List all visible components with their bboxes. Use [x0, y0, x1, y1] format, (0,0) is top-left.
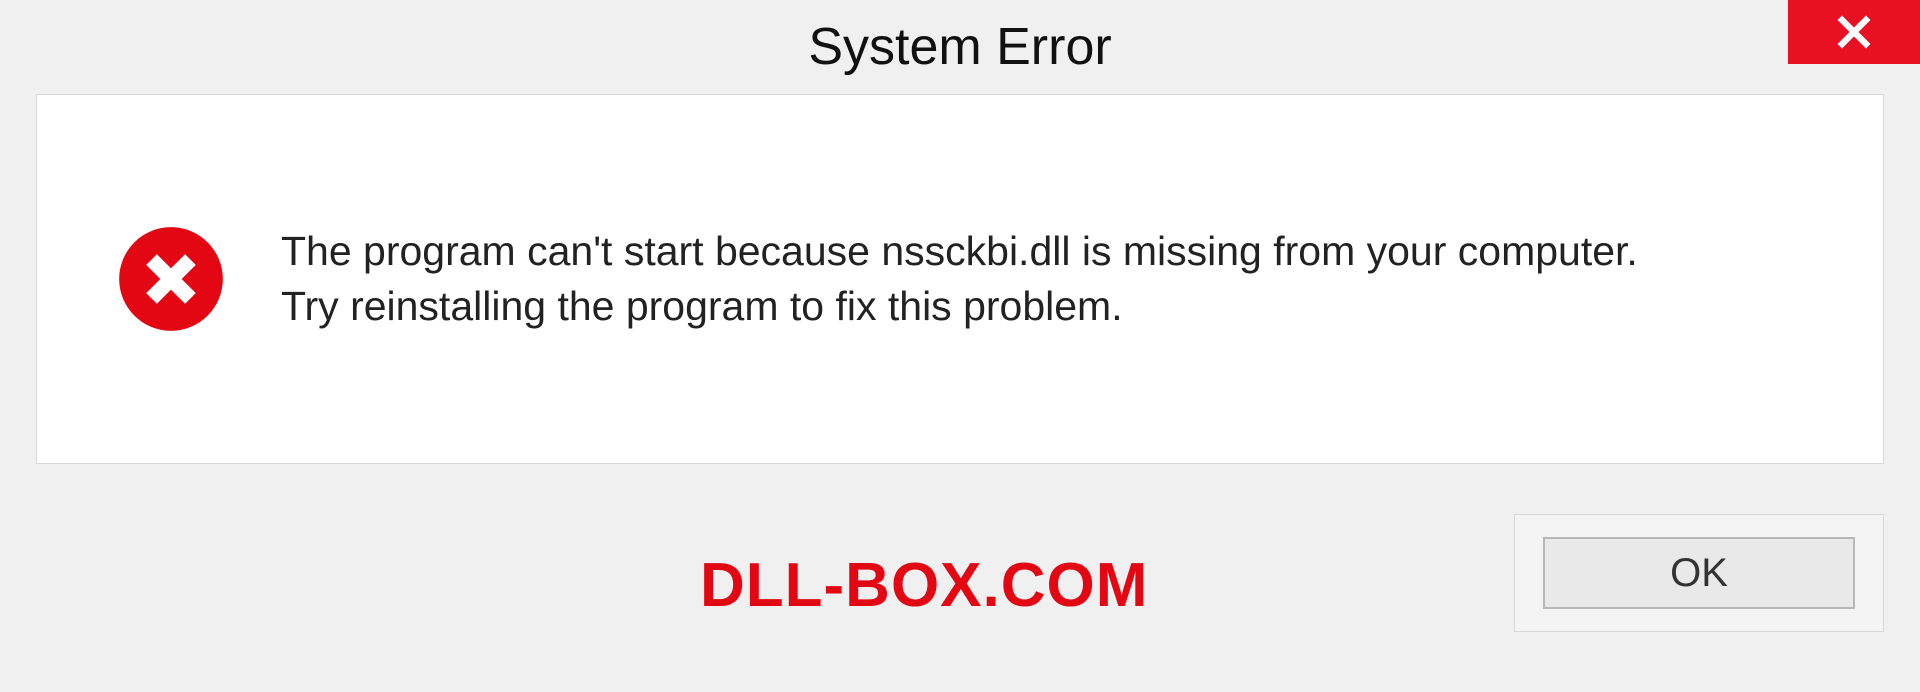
titlebar: System Error: [0, 0, 1920, 94]
footer-area: DLL-BOX.COM OK: [0, 464, 1920, 692]
error-message: The program can't start because nssckbi.…: [281, 224, 1638, 335]
error-icon: [117, 225, 225, 333]
watermark-text: DLL-BOX.COM: [700, 550, 1148, 621]
dialog-title: System Error: [808, 17, 1111, 77]
close-button[interactable]: [1788, 0, 1920, 64]
error-message-line2: Try reinstalling the program to fix this…: [281, 279, 1638, 334]
content-panel: The program can't start because nssckbi.…: [36, 94, 1884, 464]
ok-button[interactable]: OK: [1543, 537, 1855, 609]
close-icon: [1836, 14, 1872, 50]
button-bar: OK: [1514, 514, 1884, 632]
error-message-line1: The program can't start because nssckbi.…: [281, 224, 1638, 279]
